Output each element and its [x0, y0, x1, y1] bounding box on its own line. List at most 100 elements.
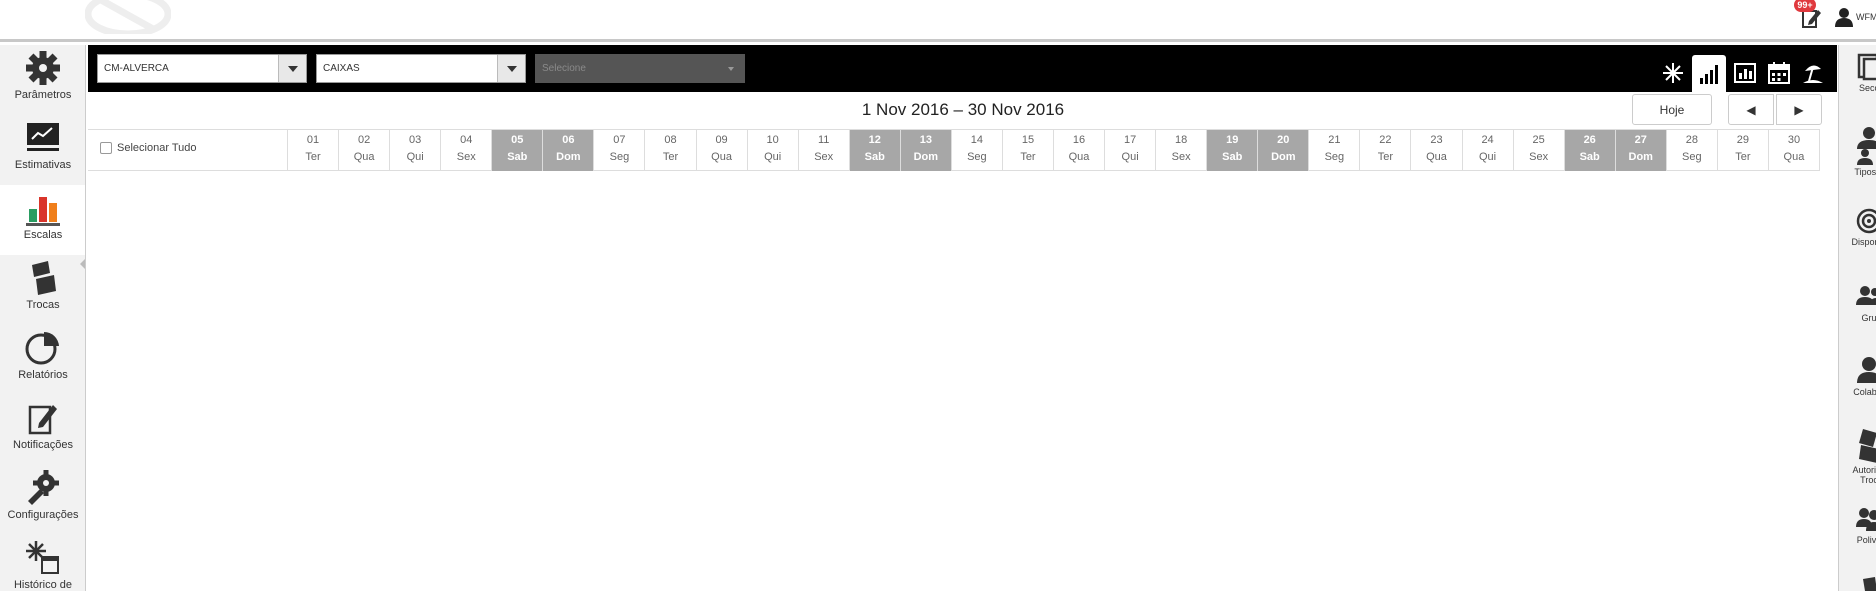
day-of-week: Sab — [1222, 151, 1243, 163]
person-types-icon — [1857, 127, 1876, 165]
right-item-grupos[interactable]: Gru — [1839, 283, 1876, 323]
day-column[interactable]: 25 Sex — [1514, 130, 1565, 171]
day-number: 15 — [1021, 134, 1035, 146]
sidebar-item-label: Escalas — [23, 229, 63, 241]
day-column[interactable]: 19 Sab — [1207, 130, 1259, 171]
wrench-gear-icon — [28, 470, 59, 505]
day-column[interactable]: 30 Qua — [1769, 130, 1820, 171]
day-column[interactable]: 27 Dom — [1615, 130, 1667, 171]
view-button-sparkle[interactable] — [1656, 56, 1690, 90]
day-number: 11 — [817, 134, 830, 146]
day-column[interactable]: 12 Sab — [849, 130, 901, 171]
right-item-label: Disponib — [1851, 237, 1876, 247]
section-select[interactable]: CAIXAS — [316, 54, 526, 83]
next-button[interactable]: ▶ — [1776, 94, 1822, 125]
third-select[interactable]: Selecione — [535, 54, 745, 83]
day-column[interactable]: 17 Qui — [1105, 130, 1157, 171]
today-button[interactable]: Hoje — [1632, 94, 1712, 125]
sidebar-item-parametros[interactable]: Parâmetros — [0, 45, 85, 115]
active-indicator — [80, 258, 85, 270]
day-number: 25 — [1532, 134, 1545, 146]
day-number: 08 — [664, 134, 677, 146]
day-of-week: Seg — [609, 151, 630, 163]
view-button-bars[interactable] — [1692, 55, 1726, 92]
target-icon — [1856, 208, 1876, 234]
right-item-tipos[interactable]: Tipos d — [1839, 125, 1876, 177]
day-column[interactable]: 16 Qua — [1054, 130, 1106, 171]
sidebar-item-trocas[interactable]: Trocas — [0, 255, 85, 325]
day-of-week: Sex — [1171, 151, 1191, 163]
right-item-disponibilidade[interactable]: Disponib — [1839, 207, 1876, 247]
right-item-colaboradores[interactable]: Colabor — [1839, 355, 1876, 397]
right-item-more[interactable] — [1839, 577, 1876, 591]
day-column[interactable]: 04 Sex — [441, 130, 493, 171]
day-column[interactable]: 23 Qua — [1411, 130, 1463, 171]
day-column[interactable]: 09 Qua — [697, 130, 748, 171]
right-item-polivalencia[interactable]: Poliva — [1839, 505, 1876, 545]
day-column[interactable]: 24 Qui — [1463, 130, 1514, 171]
prev-button[interactable]: ◀ — [1728, 94, 1774, 125]
day-column[interactable]: 06 Dom — [543, 130, 595, 171]
day-of-week: Sex — [814, 151, 834, 163]
day-column[interactable]: 11 Sex — [799, 130, 850, 171]
sidebar-item-label: Relatórios — [18, 369, 68, 381]
day-of-week: Qua — [1068, 151, 1090, 163]
day-column[interactable]: 03 Qui — [390, 130, 442, 171]
day-number: 17 — [1123, 134, 1137, 146]
right-item-label: Secç — [1858, 83, 1876, 93]
right-item-autorizacao[interactable]: Autoriza Troc — [1839, 427, 1876, 485]
top-bar: 99+ WFM — [0, 0, 1876, 42]
day-column[interactable]: 05 Sab — [492, 130, 544, 171]
day-column[interactable]: 20 Dom — [1258, 130, 1310, 171]
logo — [85, 0, 171, 34]
day-of-week: Seg — [1324, 151, 1345, 163]
day-column[interactable]: 10 Qui — [748, 130, 799, 171]
day-column[interactable]: 22 Ter — [1360, 130, 1412, 171]
day-of-week: Qui — [406, 151, 424, 163]
day-number: 27 — [1634, 134, 1647, 146]
right-item-label: Autoriza — [1852, 465, 1876, 475]
day-column[interactable]: 01 Ter — [288, 130, 340, 171]
sidebar-item-notificacoes[interactable]: Notificações — [0, 395, 85, 465]
day-column[interactable]: 21 Seg — [1309, 130, 1361, 171]
day-number: 29 — [1736, 134, 1750, 146]
calendar-view-icon — [1768, 62, 1790, 84]
day-number: 14 — [970, 134, 984, 146]
sidebar-item-estimativas[interactable]: Estimativas — [0, 115, 85, 185]
gear-icon — [26, 51, 60, 85]
sidebar-item-relatorios[interactable]: Relatórios — [0, 325, 85, 395]
day-column[interactable]: 15 Ter — [1003, 130, 1054, 171]
day-number: 20 — [1277, 134, 1290, 146]
view-button-calendar[interactable] — [1762, 56, 1796, 90]
day-column[interactable]: 07 Seg — [594, 130, 646, 171]
day-of-week: Dom — [1628, 151, 1653, 163]
day-column[interactable]: 13 Dom — [900, 130, 952, 171]
day-column[interactable]: 02 Qua — [339, 130, 391, 171]
day-column[interactable]: 28 Seg — [1667, 130, 1718, 171]
beach-vacation-view-icon — [1803, 65, 1823, 83]
day-column[interactable]: 08 Ter — [645, 130, 697, 171]
select-all-checkbox[interactable] — [100, 142, 112, 154]
view-button-board[interactable] — [1728, 56, 1762, 90]
chevron-down-icon[interactable] — [716, 55, 744, 82]
chevron-down-icon[interactable] — [497, 55, 525, 82]
chevron-down-icon[interactable] — [278, 55, 306, 82]
right-item-seccoes[interactable]: Secç — [1839, 53, 1876, 93]
day-of-week: Sex — [1529, 151, 1549, 163]
sidebar-item-escalas[interactable]: Escalas — [0, 185, 85, 255]
day-column[interactable]: 26 Sab — [1564, 130, 1616, 171]
day-column[interactable]: 18 Sex — [1156, 130, 1208, 171]
user-menu[interactable]: WFM — [1834, 6, 1876, 28]
sidebar-item-configuracoes[interactable]: Configurações — [0, 465, 85, 535]
sidebar-item-historico[interactable]: Histórico de — [0, 535, 85, 591]
view-button-vacation[interactable] — [1796, 56, 1830, 90]
day-of-week: Sab — [1579, 151, 1600, 163]
day-number: 19 — [1226, 134, 1239, 146]
store-select-value: CM-ALVERCA — [104, 63, 169, 74]
day-column[interactable]: 29 Ter — [1718, 130, 1769, 171]
day-number: 28 — [1685, 134, 1698, 146]
day-of-week: Qua — [353, 151, 375, 163]
store-select[interactable]: CM-ALVERCA — [97, 54, 307, 83]
day-column[interactable]: 14 Seg — [952, 130, 1003, 171]
day-of-week: Ter — [662, 151, 679, 163]
